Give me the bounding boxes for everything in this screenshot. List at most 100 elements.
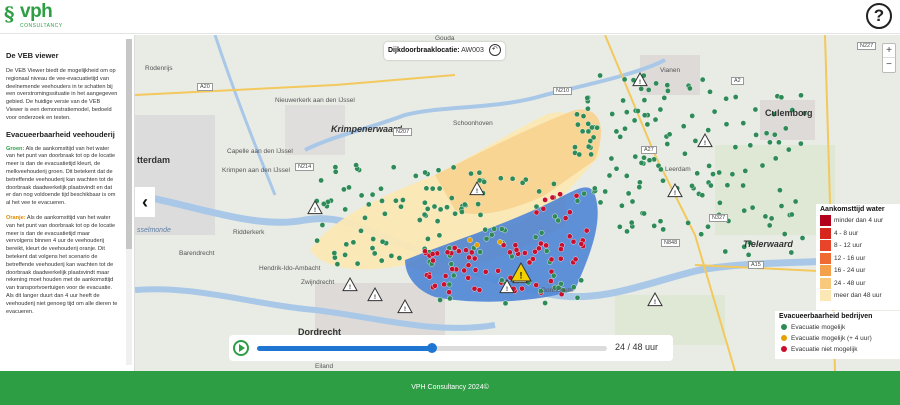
farm-marker (781, 231, 788, 237)
farm-marker (474, 242, 480, 248)
farm-marker (652, 116, 659, 123)
legend-water-arrival: Aankomsttijd water minder dan 4 uur 4 - 8… (816, 204, 900, 310)
farm-marker (466, 254, 472, 261)
farm-marker (589, 124, 595, 131)
help-button[interactable]: ? (866, 3, 892, 29)
farm-marker (362, 214, 368, 221)
warning-icon-mark: ! (506, 287, 508, 293)
farm-marker (456, 248, 462, 254)
farm-marker (444, 204, 450, 210)
back-arrow-icon[interactable]: ↶ (488, 44, 501, 57)
breach-location-label: Dijkdoorbraaklocatie: (388, 47, 460, 54)
farm-marker (447, 295, 453, 302)
vph-logo[interactable]: § vph CONSULTANCY (4, 1, 64, 32)
farm-marker (476, 287, 483, 293)
legend-water-item: 16 - 24 uur (820, 265, 896, 278)
sidebar-scrollbar[interactable] (126, 39, 132, 365)
timeline-slider-handle[interactable] (427, 343, 437, 353)
farm-marker (636, 184, 643, 190)
farm-marker (378, 257, 385, 264)
farm-marker (664, 141, 671, 147)
logo-text: vph (20, 1, 53, 22)
farm-marker (768, 215, 775, 222)
farm-marker (342, 252, 348, 258)
farm-marker (574, 294, 581, 301)
farm-marker (745, 251, 752, 258)
farm-marker (762, 213, 769, 220)
farm-marker (778, 94, 785, 101)
farm-marker (641, 112, 648, 118)
farm-marker (533, 282, 540, 288)
legend-water-item: 8 - 12 uur (820, 240, 896, 253)
farm-marker (536, 188, 542, 195)
legend-water-label: 12 - 16 uur (834, 254, 866, 262)
farm-marker (638, 160, 645, 166)
place-krimpen: Krimpen aan den IJssel (222, 167, 290, 174)
farm-marker (783, 125, 789, 132)
farm-marker (482, 226, 489, 233)
farm-marker (585, 143, 592, 150)
zoom-in-button[interactable]: + (883, 44, 895, 58)
farm-marker (740, 120, 747, 126)
farm-marker (318, 177, 324, 184)
timeline-track[interactable] (257, 343, 607, 353)
road-label-a15: A15 (748, 261, 764, 269)
farm-marker (513, 246, 520, 253)
farm-marker (465, 275, 472, 281)
prev-button[interactable]: ‹ (135, 187, 155, 217)
farm-marker (452, 210, 458, 217)
road-label-n848: N848 (661, 239, 681, 247)
farm-marker (450, 164, 457, 171)
road-label-a27: A27 (641, 146, 657, 154)
farm-marker (645, 87, 652, 93)
farm-marker (459, 209, 465, 215)
farm-marker (350, 239, 357, 246)
farm-marker (549, 194, 556, 201)
farm-marker (481, 179, 488, 185)
farm-marker (616, 223, 623, 230)
warning-icon-mark: ! (520, 271, 523, 281)
farm-marker (314, 237, 320, 244)
farm-marker (341, 186, 347, 193)
farm-marker (753, 132, 759, 138)
green-label: Groen: (6, 145, 25, 152)
farm-marker (465, 262, 472, 268)
logo-subtitle: CONSULTANCY (20, 23, 63, 29)
farm-marker (371, 250, 378, 257)
farm-marker (446, 289, 452, 296)
farm-marker (789, 211, 795, 218)
farm-marker (393, 197, 399, 204)
timeline-bar: 24 / 48 uur (229, 335, 673, 361)
timeline-label: 24 / 48 uur (615, 342, 659, 352)
place-sselmonde: sselmonde (137, 227, 171, 234)
farm-marker (358, 227, 364, 234)
legend-evac-item: Evacuatie mogelijk (779, 322, 896, 333)
play-icon[interactable] (233, 340, 249, 356)
zoom-out-button[interactable]: − (883, 58, 895, 72)
place-hendrik: Hendrik-Ido-Ambacht (259, 265, 321, 272)
sidebar-scroll-thumb[interactable] (126, 39, 132, 249)
farm-marker (729, 171, 736, 177)
sidebar-green-paragraph: Groen: Als de aankomsttijd van het water… (6, 146, 118, 208)
footer: VPH Consultancy 2024© (0, 371, 900, 405)
farm-marker (449, 266, 456, 272)
farm-marker (641, 210, 647, 217)
farm-marker (538, 229, 545, 236)
farm-marker (562, 215, 569, 221)
farm-marker (623, 109, 630, 115)
place-nieuwerkerk: Nieuwerkerk aan den IJssel (275, 97, 355, 104)
place-ridderkerk: Ridderkerk (233, 229, 265, 236)
warning-icon-mark: ! (314, 208, 316, 214)
farm-marker (646, 157, 653, 163)
farm-marker (641, 154, 647, 161)
road-label-n327: N327 (709, 214, 729, 222)
place-gouda: Gouda (435, 35, 455, 42)
place-rotterdam: tterdam (137, 155, 171, 165)
map-view[interactable]: !!!!!!!!!!!! Krimpenerwaard Gouda Rodenr… (135, 35, 900, 371)
farm-marker (365, 201, 372, 208)
place-eiland: Eiland (315, 363, 334, 370)
farm-marker (578, 277, 585, 284)
farm-marker (468, 170, 474, 177)
farm-marker (522, 250, 528, 256)
farm-marker (594, 124, 600, 131)
